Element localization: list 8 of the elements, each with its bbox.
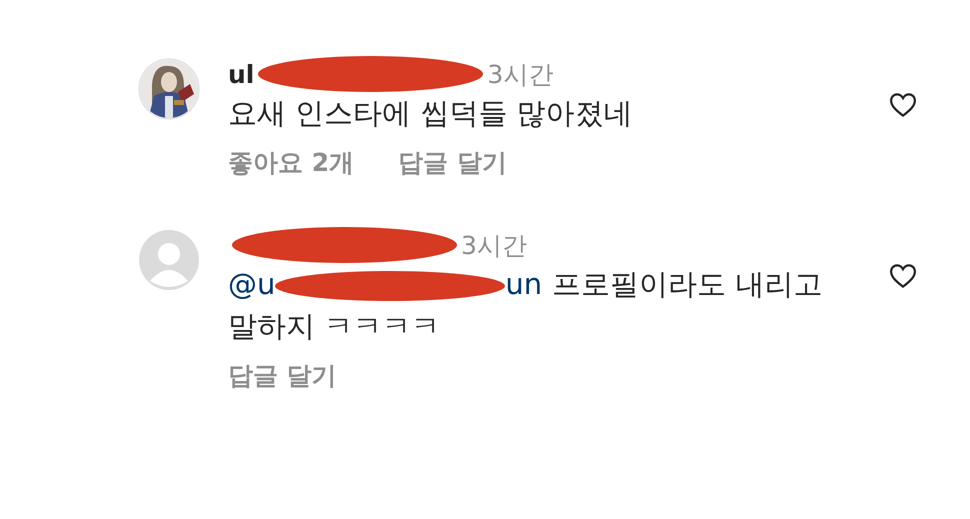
comment-time: 3시간 (461, 230, 527, 262)
username[interactable]: ul (228, 60, 254, 88)
comment-text: 프로필이라도 내리고 (552, 267, 822, 301)
comment-text: 말하지 ㅋㅋㅋㅋ (228, 309, 440, 343)
comment-text: 요새 인스타에 씹덕들 많아졌네 (228, 96, 633, 130)
mention-link[interactable]: @u (228, 267, 276, 301)
comment-time: 3시간 (487, 58, 554, 90)
mention-link[interactable]: un (505, 267, 542, 301)
